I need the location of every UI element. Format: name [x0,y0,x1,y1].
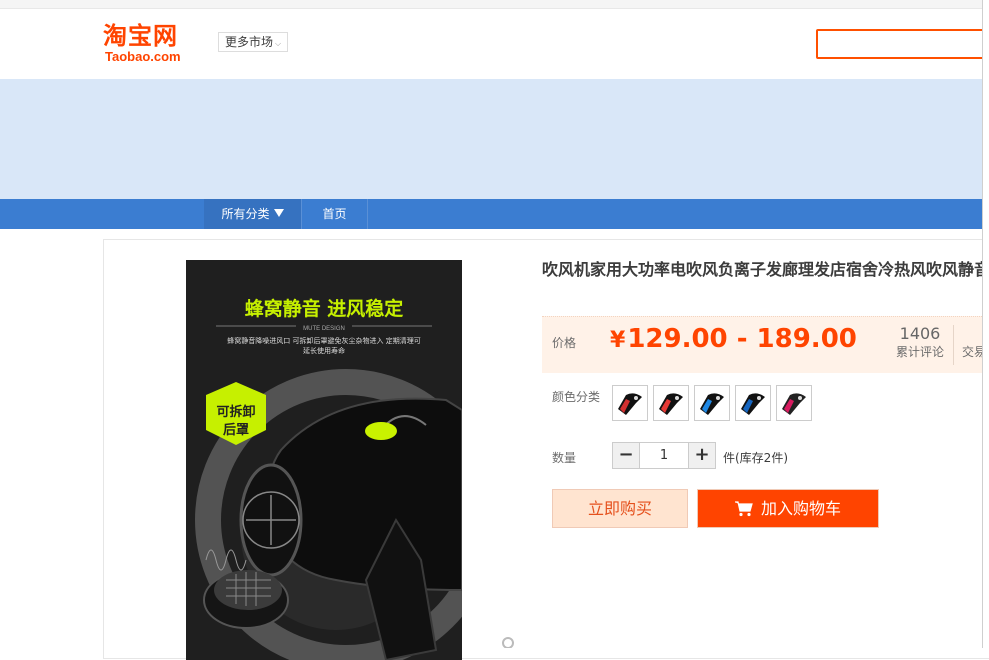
more-markets-dropdown[interactable]: 更多市场 ⌵ [218,32,289,52]
quantity-input[interactable]: 1 [639,443,689,468]
search-input[interactable] [816,29,989,59]
product-title: 吹风机家用大功率电吹风负离子发廊理发店宿舍冷热风吹风静音 [542,260,989,279]
price-label: 价格 [552,336,577,350]
stat-divider [953,325,954,365]
triangle-down-icon [273,209,284,217]
nav-all-categories-label: 所有分类 [221,207,270,221]
price-value: ¥129.00 - 189.00 [610,324,857,354]
color-swatch[interactable] [612,385,648,421]
image-sub-en: MUTE DESIGN [303,326,345,332]
color-swatch[interactable] [694,385,730,421]
chevron-down-icon: ⌵ [275,39,282,48]
nav-home-label: 首页 [322,207,347,221]
site-header: 淘宝网 Taobao.com 更多市场 ⌵ [0,9,989,79]
shop-banner [0,79,989,199]
nav-all-categories[interactable]: 所有分类 [204,199,302,229]
image-headline: 蜂窝静音 进风稳定 [245,297,404,320]
window-right-edge [982,0,989,648]
price-range: 129.00 - 189.00 [627,324,857,354]
more-markets-label: 更多市场 [225,35,274,49]
zoom-icon[interactable] [500,636,516,648]
currency-symbol: ¥ [610,328,626,353]
nav-home[interactable]: 首页 [302,199,368,229]
reviews-stat[interactable]: 1406 累计评论 [889,324,951,360]
color-swatch[interactable] [653,385,689,421]
reviews-count: 1406 [899,324,941,343]
stock-text: 件(库存2件) [723,451,788,465]
quantity-plus-button[interactable]: + [689,443,715,468]
top-strip [0,0,989,9]
color-label: 颜色分类 [552,390,601,404]
color-swatch[interactable] [735,385,771,421]
logo-en: Taobao.com [105,49,181,64]
logo-zh: 淘宝网 [103,22,178,50]
shop-nav-bar: 所有分类 首页 [0,199,989,229]
add-to-cart-label: 加入购物车 [760,499,841,518]
image-desc: 蜂窝静音降噪进风口 可拆卸后罩避免灰尘杂物进入 定期清理可延长使用寿命 [227,337,421,355]
price-panel: 价格 ¥129.00 - 189.00 1406 累计评论 交易 [542,316,989,373]
badge-line-1: 可拆卸 [216,404,255,420]
cart-icon [734,501,753,517]
quantity-stepper: − 1 + [612,442,716,469]
badge-line-2: 后罩 [223,422,249,438]
hair-dryer-illustration: 蜂窝静音 进风稳定 MUTE DESIGN 蜂窝静音降噪进风口 可拆卸后罩避免灰… [186,260,462,660]
quantity-label: 数量 [552,451,577,465]
quantity-minus-button[interactable]: − [613,443,639,468]
reviews-label: 累计评论 [895,345,944,359]
taobao-logo[interactable]: 淘宝网 Taobao.com [103,22,199,66]
add-to-cart-button[interactable]: 加入购物车 [697,489,879,528]
product-main-image[interactable]: 蜂窝静音 进风稳定 MUTE DESIGN 蜂窝静音降噪进风口 可拆卸后罩避免灰… [186,260,462,660]
buy-now-button[interactable]: 立即购买 [552,489,688,528]
color-swatch[interactable] [776,385,812,421]
